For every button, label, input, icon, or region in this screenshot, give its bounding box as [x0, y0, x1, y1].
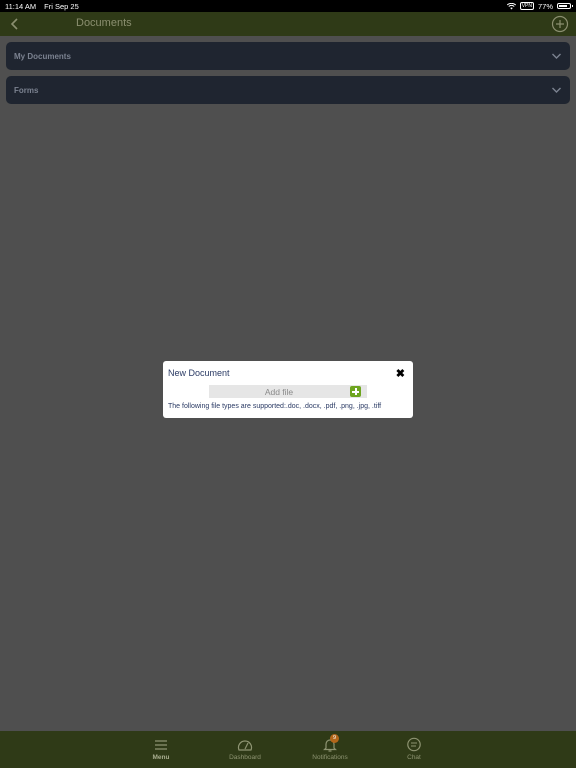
back-chevron-icon[interactable]: [9, 17, 21, 31]
add-file-label: Add file: [264, 387, 294, 397]
accordion-forms[interactable]: Forms: [6, 76, 570, 104]
chevron-down-icon: [552, 53, 561, 59]
chat-icon: [407, 737, 421, 752]
status-bar: 11:14 AM Fri Sep 25 VPN 77%: [0, 0, 576, 12]
accordion-my-documents[interactable]: My Documents: [6, 42, 570, 70]
menu-icon: [155, 740, 167, 750]
battery-icon: [557, 3, 573, 9]
status-time: 11:14 AM: [5, 1, 37, 11]
tab-label: Menu: [152, 754, 170, 761]
close-icon[interactable]: ✖: [396, 367, 405, 380]
dialog-title: New Document: [168, 368, 230, 378]
chevron-down-icon: [552, 87, 561, 93]
accordion-label: My Documents: [14, 51, 71, 61]
battery-percent: 77%: [537, 1, 553, 11]
new-document-dialog: New Document ✖ Add file The following fi…: [163, 361, 413, 418]
vpn-badge: VPN: [519, 2, 534, 10]
wifi-icon: [506, 2, 516, 9]
tab-chat[interactable]: Chat: [379, 731, 449, 768]
status-date: Fri Sep 25: [44, 1, 79, 11]
header-bar: Documents: [0, 12, 576, 36]
notification-badge: 9: [330, 734, 339, 743]
add-file-button[interactable]: Add file: [209, 385, 367, 398]
page-title: Documents: [76, 17, 132, 29]
plus-box-icon: [350, 386, 361, 397]
tab-menu[interactable]: Menu: [126, 731, 196, 768]
bottom-tab-bar: Menu Dashboard 9 Notifications Chat: [0, 731, 576, 768]
accordion-label: Forms: [14, 85, 39, 95]
tab-label: Dashboard: [229, 754, 261, 761]
supported-types-text: The following file types are supported:.…: [168, 403, 382, 410]
add-circle-icon[interactable]: [551, 15, 569, 33]
tab-label: Chat: [407, 754, 421, 761]
tab-label: Notifications: [312, 754, 348, 761]
tab-dashboard[interactable]: Dashboard: [210, 731, 280, 768]
tab-notifications[interactable]: 9 Notifications: [295, 731, 365, 768]
dashboard-icon: [237, 740, 253, 751]
